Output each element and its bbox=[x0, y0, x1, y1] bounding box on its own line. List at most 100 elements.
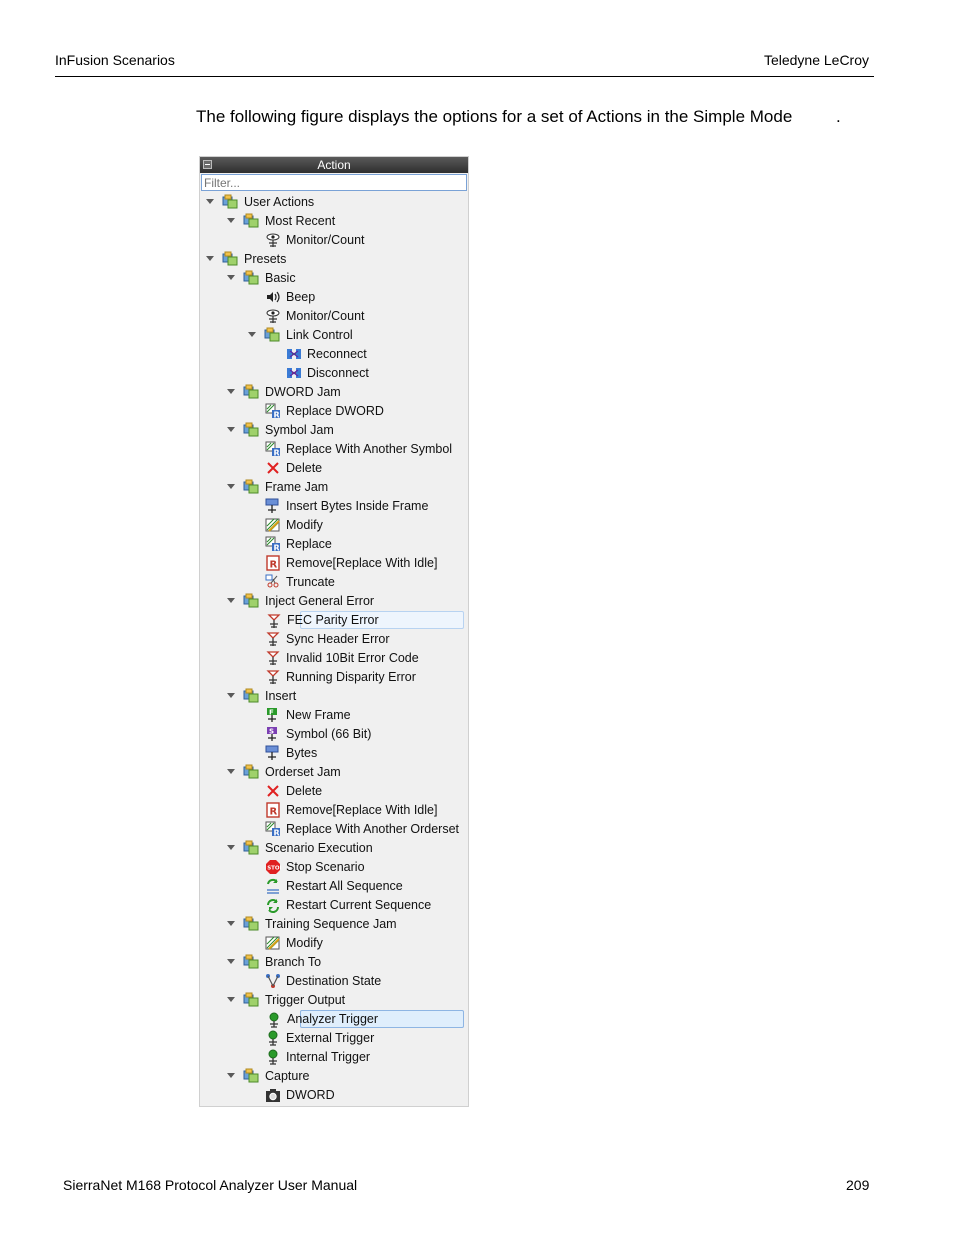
tree-item-label: Replace bbox=[286, 537, 332, 551]
tree-item-label: Capture bbox=[265, 1069, 310, 1083]
tree-item-label: Modify bbox=[286, 936, 323, 950]
tree-item[interactable]: R Replace DWORD bbox=[200, 402, 468, 420]
tree-item-label: DWORD Jam bbox=[265, 385, 341, 399]
expand-arrow-icon[interactable] bbox=[227, 997, 235, 1002]
tree-item[interactable]: Monitor/Count bbox=[200, 231, 468, 249]
tree-item[interactable]: R Replace bbox=[200, 535, 468, 553]
tree-group[interactable]: DWORD Jam bbox=[200, 383, 468, 401]
truncate-icon bbox=[265, 574, 281, 590]
tree-item[interactable]: R Remove[Replace With Idle] bbox=[200, 554, 468, 572]
tree-item[interactable]: R Replace With Another Orderset bbox=[200, 820, 468, 838]
tree-group[interactable]: Trigger Output bbox=[200, 991, 468, 1009]
tree-item[interactable]: Delete bbox=[200, 459, 468, 477]
tree-item[interactable]: Beep bbox=[200, 288, 468, 306]
tree-group[interactable]: Scenario Execution bbox=[200, 839, 468, 857]
tree-group[interactable]: Basic bbox=[200, 269, 468, 287]
tree-item[interactable]: Modify bbox=[200, 516, 468, 534]
tree-item-label: Delete bbox=[286, 784, 323, 798]
expand-arrow-icon[interactable] bbox=[227, 218, 235, 223]
tree-item[interactable]: STOP Stop Scenario bbox=[200, 858, 468, 876]
trigger-icon bbox=[266, 1012, 282, 1028]
tree-item[interactable]: R Remove[Replace With Idle] bbox=[200, 801, 468, 819]
expand-arrow-icon[interactable] bbox=[206, 256, 214, 261]
tree-item-label: Analyzer Trigger bbox=[287, 1012, 379, 1026]
tree-item[interactable]: Monitor/Count bbox=[200, 307, 468, 325]
tree-item[interactable]: Running Disparity Error bbox=[200, 668, 468, 686]
tree-item[interactable]: Restart All Sequence bbox=[200, 877, 468, 895]
tree-group[interactable]: Inject General Error bbox=[200, 592, 468, 610]
collapse-icon[interactable] bbox=[203, 160, 212, 169]
tree-group[interactable]: Most Recent bbox=[200, 212, 468, 230]
error-icon bbox=[265, 650, 281, 666]
tree-item-label: Replace With Another Orderset bbox=[286, 822, 459, 836]
delete-icon bbox=[265, 783, 281, 799]
replace-icon: R bbox=[265, 441, 281, 458]
svg-text:R: R bbox=[274, 544, 280, 553]
expand-arrow-icon[interactable] bbox=[227, 389, 235, 394]
tree-item-label: User Actions bbox=[244, 195, 315, 209]
tree-item[interactable]: S Symbol (66 Bit) bbox=[200, 725, 468, 743]
tree-item[interactable]: Analyzer Trigger bbox=[269, 1010, 464, 1028]
tree-group[interactable]: Presets bbox=[200, 250, 468, 268]
tree-item[interactable]: DWORD bbox=[200, 1086, 468, 1104]
expand-arrow-icon[interactable] bbox=[227, 1073, 235, 1078]
tree-group[interactable]: User Actions bbox=[200, 193, 468, 211]
tree-item-label: Orderset Jam bbox=[265, 765, 341, 779]
expand-arrow-icon[interactable] bbox=[227, 693, 235, 698]
folder-icon bbox=[243, 840, 259, 856]
tree-item[interactable]: Truncate bbox=[200, 573, 468, 591]
expand-arrow-icon[interactable] bbox=[227, 769, 235, 774]
tree-group[interactable]: Branch To bbox=[200, 953, 468, 971]
running-header-company: Teledyne LeCroy bbox=[763, 52, 869, 68]
intro-trailing-period: . bbox=[836, 107, 841, 126]
expand-arrow-icon[interactable] bbox=[206, 199, 214, 204]
tree-group[interactable]: Insert bbox=[200, 687, 468, 705]
tree-item[interactable]: Modify bbox=[200, 934, 468, 952]
tree-item[interactable]: External Trigger bbox=[200, 1029, 468, 1047]
remove-icon: R bbox=[265, 555, 281, 571]
tree-item[interactable]: F New Frame bbox=[200, 706, 468, 724]
tree-item[interactable]: Destination State bbox=[200, 972, 468, 990]
page-number: 209 bbox=[846, 1177, 870, 1193]
expand-arrow-icon[interactable] bbox=[227, 427, 235, 432]
folder-icon bbox=[243, 916, 259, 932]
tree-item-label: Running Disparity Error bbox=[286, 670, 416, 684]
tree-item[interactable]: Sync Header Error bbox=[200, 630, 468, 648]
tree-item[interactable]: FEC Parity Error bbox=[267, 611, 464, 629]
tree-item[interactable]: Insert Bytes Inside Frame bbox=[200, 497, 468, 515]
folder-icon bbox=[243, 479, 259, 495]
expand-arrow-icon[interactable] bbox=[227, 921, 235, 926]
tree-item[interactable]: Delete bbox=[200, 782, 468, 800]
trigger-icon bbox=[265, 1049, 281, 1065]
tree-group[interactable]: Link Control bbox=[200, 326, 468, 344]
tree-item-label: Truncate bbox=[286, 575, 335, 589]
insert-bytes-icon bbox=[265, 498, 281, 514]
tree-item[interactable]: Reconnect bbox=[200, 345, 468, 363]
expand-arrow-icon[interactable] bbox=[227, 959, 235, 964]
tree-item[interactable]: R Replace With Another Symbol bbox=[200, 440, 468, 458]
tree-group[interactable]: Orderset Jam bbox=[200, 763, 468, 781]
tree-item[interactable]: Bytes bbox=[200, 744, 468, 762]
expand-arrow-icon[interactable] bbox=[227, 484, 235, 489]
tree-item-label: Modify bbox=[286, 518, 323, 532]
svg-text:STOP: STOP bbox=[267, 866, 281, 872]
tree-item-label: Invalid 10Bit Error Code bbox=[286, 651, 419, 665]
speaker-icon bbox=[265, 289, 281, 305]
tree-group[interactable]: Symbol Jam bbox=[200, 421, 468, 439]
tree-item[interactable]: Restart Current Sequence bbox=[200, 896, 468, 914]
tree-group[interactable]: Training Sequence Jam bbox=[200, 915, 468, 933]
tree-group[interactable]: Frame Jam bbox=[200, 478, 468, 496]
tree-item[interactable]: Disconnect bbox=[200, 364, 468, 382]
expand-arrow-icon[interactable] bbox=[248, 332, 256, 337]
svg-text:R: R bbox=[274, 411, 280, 420]
delete-icon bbox=[265, 460, 281, 476]
tree-item-label: Monitor/Count bbox=[286, 309, 365, 323]
filter-input[interactable] bbox=[201, 174, 467, 191]
tree-item[interactable]: Internal Trigger bbox=[200, 1048, 468, 1066]
expand-arrow-icon[interactable] bbox=[227, 845, 235, 850]
expand-arrow-icon[interactable] bbox=[227, 275, 235, 280]
restart-all-icon bbox=[265, 878, 281, 894]
expand-arrow-icon[interactable] bbox=[227, 598, 235, 603]
tree-item[interactable]: Invalid 10Bit Error Code bbox=[200, 649, 468, 667]
tree-group[interactable]: Capture bbox=[200, 1067, 468, 1085]
